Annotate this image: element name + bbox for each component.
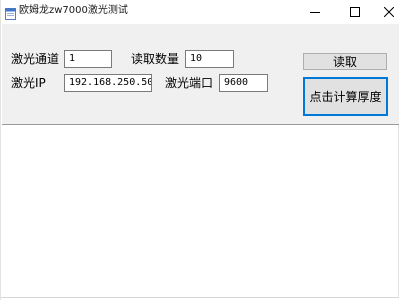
close-icon xyxy=(383,2,395,21)
ip-input[interactable]: 192.168.250.50 xyxy=(64,74,152,92)
ip-label: 激光IP xyxy=(11,76,46,90)
maximize-button[interactable] xyxy=(337,0,373,22)
port-input[interactable]: 9600 xyxy=(219,74,268,92)
read-button[interactable]: 读取 xyxy=(303,53,387,70)
port-label: 激光端口 xyxy=(165,76,214,90)
maximize-icon xyxy=(350,2,360,21)
minimize-button[interactable] xyxy=(297,0,333,22)
title-bar[interactable]: 欧姆龙zw7000激光测试 xyxy=(1,0,399,24)
form-panel: 激光通道 1 读取数量 10 激光IP 192.168.250.50 激光端口 … xyxy=(2,24,399,125)
close-button[interactable] xyxy=(371,0,399,22)
channel-label: 激光通道 xyxy=(11,52,60,66)
calculate-thickness-button[interactable]: 点击计算厚度 xyxy=(303,77,388,116)
count-input[interactable]: 10 xyxy=(185,50,234,68)
count-label: 读取数量 xyxy=(131,52,180,66)
channel-input[interactable]: 1 xyxy=(64,50,112,68)
minimize-icon xyxy=(310,2,320,21)
window-title: 欧姆龙zw7000激光测试 xyxy=(19,5,128,16)
app-window-icon xyxy=(5,5,16,20)
app-window: 欧姆龙zw7000激光测试 激光通道 1 读取数量 10 激光IP 192.16… xyxy=(0,0,399,301)
window-bottom-edge xyxy=(1,297,399,301)
